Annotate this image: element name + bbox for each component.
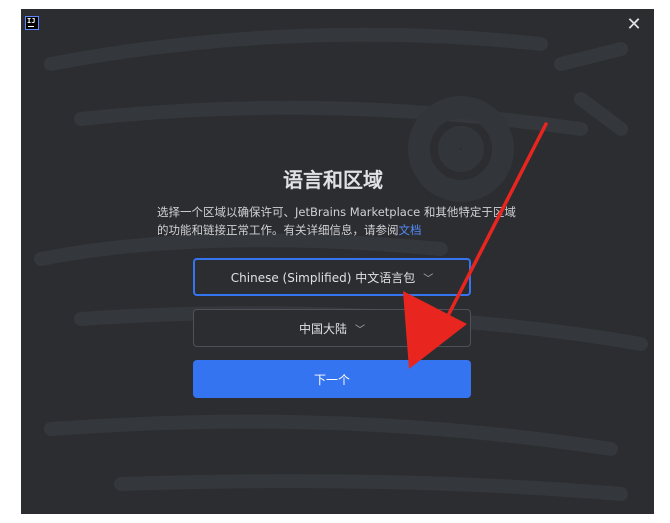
close-icon[interactable]: ✕ [623,14,645,36]
docs-link[interactable]: 文档 [399,223,422,237]
region-select-value: 中国大陆 [298,321,347,336]
language-select-value: Chinese (Simplified) 中文语言包 [230,270,416,285]
welcome-window: IJ ✕ 语言和区域 选择一个区域以确保许可、JetBrains Marketp… [21,9,654,514]
description: 选择一个区域以确保许可、JetBrains Marketplace 和其他特定于… [157,203,527,239]
app-logo: IJ [25,16,39,30]
page-title: 语言和区域 [283,168,383,192]
app-logo-text: IJ [27,17,36,25]
chevron-down-icon: ﹀ [423,273,434,285]
chevron-down-icon: ﹀ [355,324,365,336]
region-select[interactable]: 中国大陆 ﹀ [193,309,471,347]
description-text: 选择一个区域以确保许可、JetBrains Marketplace 和其他特定于… [157,205,516,237]
language-select[interactable]: Chinese (Simplified) 中文语言包 ﹀ [193,258,471,296]
next-button[interactable]: 下一个 [193,360,471,398]
